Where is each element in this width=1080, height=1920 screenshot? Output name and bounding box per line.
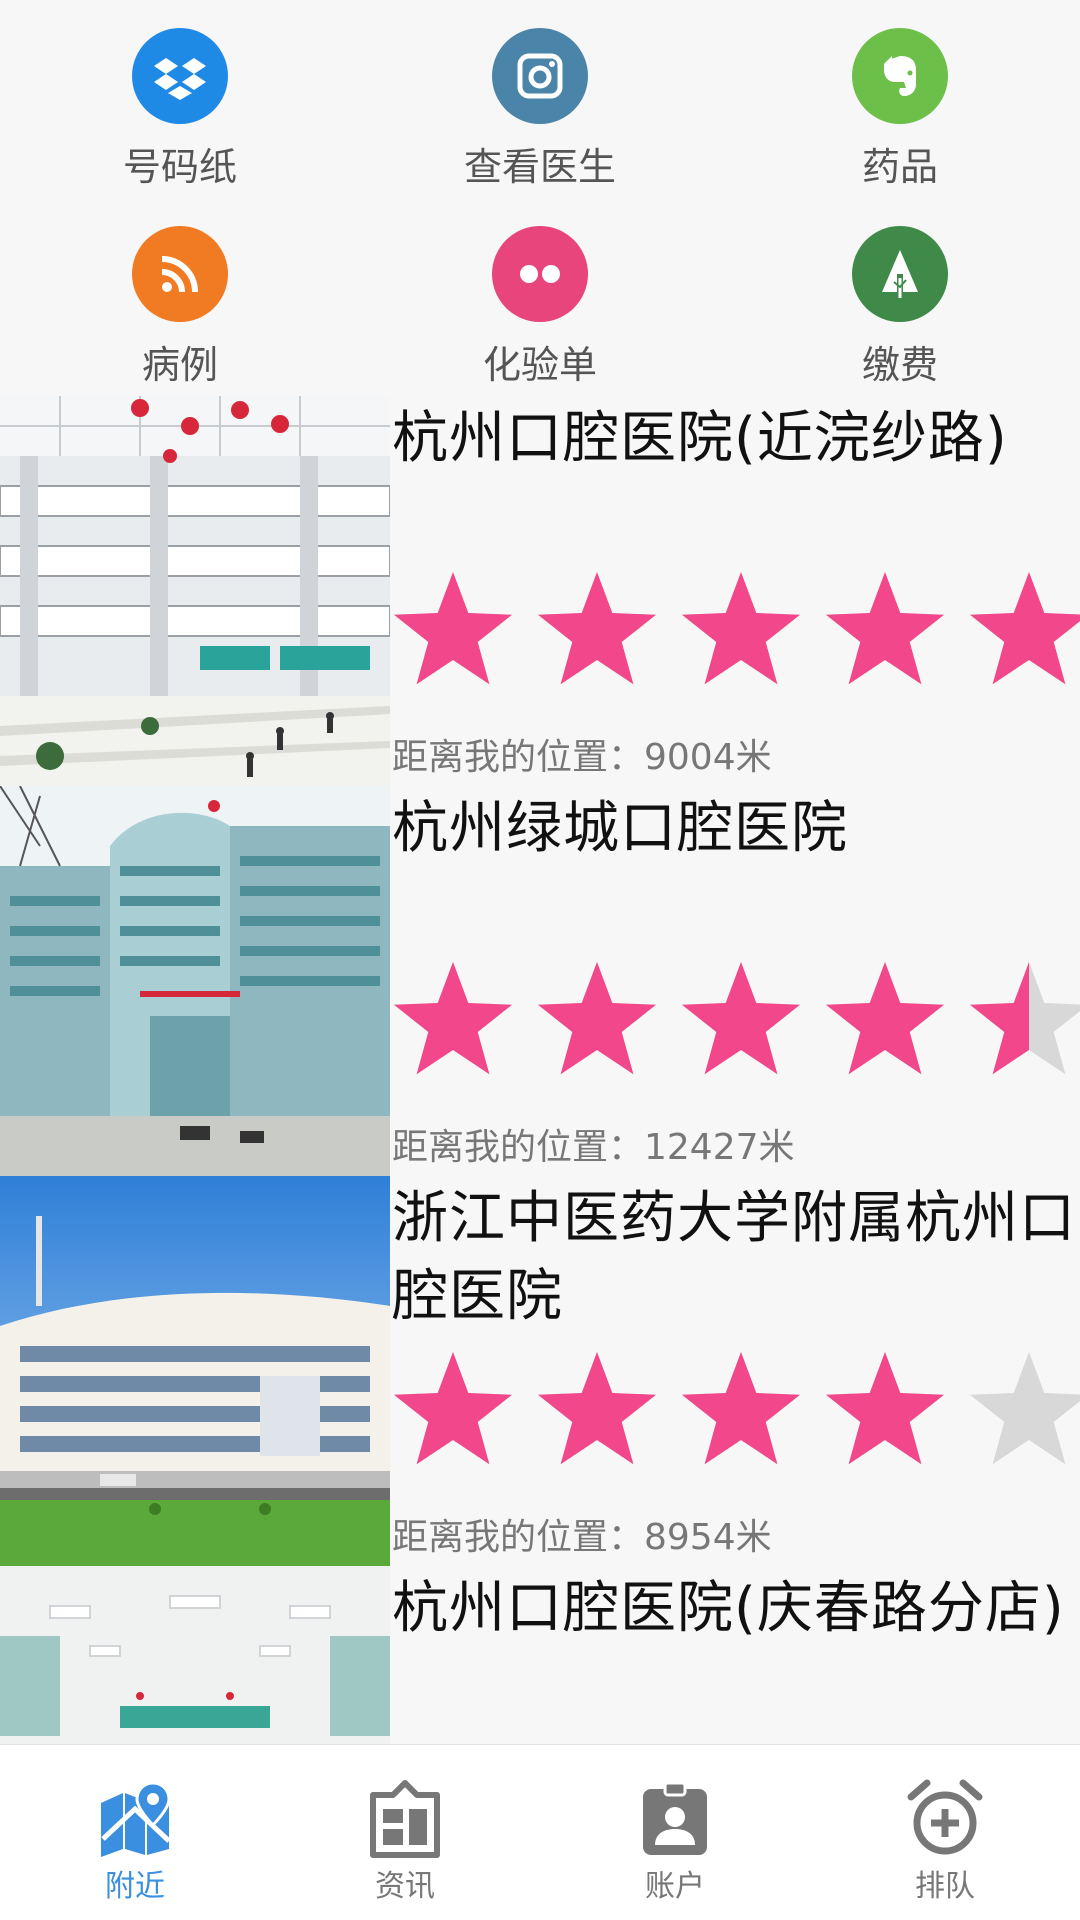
hospital-card[interactable]: 杭州口腔医院(近浣纱路) 距离我的位置：9004米 bbox=[0, 396, 1080, 786]
star-filled-icon bbox=[682, 1352, 800, 1465]
tab-nearby[interactable]: 附近 bbox=[0, 1745, 270, 1920]
hospital-name: 浙江中医药大学附属杭州口腔医院 bbox=[392, 1186, 1076, 1329]
feature-grid: 号码纸 查看医生 药品 病例 化验单 缴费 bbox=[0, 0, 1080, 396]
hospital-photo bbox=[0, 786, 390, 1176]
star-filled-icon bbox=[394, 1352, 512, 1465]
star-filled-icon bbox=[394, 572, 512, 685]
news-icon bbox=[365, 1779, 445, 1859]
hospital-name: 杭州口腔医院(庆春路分店) bbox=[392, 1576, 1065, 1641]
map-pin-icon bbox=[95, 1779, 175, 1859]
star-rating bbox=[394, 564, 1080, 694]
feature-label: 缴费 bbox=[861, 343, 938, 387]
instagram-icon bbox=[492, 28, 588, 124]
rss-icon bbox=[132, 226, 228, 322]
feature-label: 病例 bbox=[141, 343, 218, 387]
hospital-card[interactable]: 浙江中医药大学附属杭州口腔医院 距离我的位置：8954米 bbox=[0, 1176, 1080, 1566]
feature-label: 号码纸 bbox=[122, 145, 237, 189]
feature-case-record[interactable]: 病例 bbox=[0, 198, 360, 396]
star-filled-icon bbox=[538, 1352, 656, 1465]
distance-text: 距离我的位置：9004米 bbox=[392, 737, 772, 778]
star-filled-icon bbox=[826, 572, 944, 685]
feature-lab-report[interactable]: 化验单 bbox=[360, 198, 720, 396]
feature-label: 查看医生 bbox=[463, 145, 616, 189]
tab-queue[interactable]: 排队 bbox=[810, 1745, 1080, 1920]
feature-view-doctor[interactable]: 查看医生 bbox=[360, 0, 720, 198]
star-filled-icon bbox=[538, 962, 656, 1075]
star-rating-svg bbox=[394, 962, 1080, 1075]
distance-text: 距离我的位置：12427米 bbox=[392, 1127, 795, 1168]
hospital-photo bbox=[0, 1566, 390, 1744]
hospital-card[interactable]: 杭州口腔医院(庆春路分店) bbox=[0, 1566, 1080, 1744]
tab-label: 账户 bbox=[645, 1869, 705, 1904]
distance-text: 距离我的位置：8954米 bbox=[392, 1517, 772, 1558]
star-filled-icon bbox=[826, 962, 944, 1075]
tree-icon bbox=[852, 226, 948, 322]
feature-number-ticket[interactable]: 号码纸 bbox=[0, 0, 360, 198]
star-rating-svg bbox=[394, 572, 1080, 685]
star-filled-icon bbox=[826, 1352, 944, 1465]
star-rating bbox=[394, 1734, 1080, 1744]
hospital-name: 杭州口腔医院(近浣纱路) bbox=[392, 406, 1008, 471]
star-filled-icon bbox=[394, 962, 512, 1075]
hospital-name: 杭州绿城口腔医院 bbox=[392, 796, 848, 861]
star-rating-svg bbox=[394, 1352, 1080, 1465]
hospital-card[interactable]: 杭州绿城口腔医院 距离我的位置：12427米 bbox=[0, 786, 1080, 1176]
hospital-list[interactable]: 杭州口腔医院(近浣纱路) 距离我的位置：9004米 杭州绿城口腔医院 距离我的位… bbox=[0, 396, 1080, 1744]
app-root: 号码纸 查看医生 药品 病例 化验单 缴费 杭州口腔医院(近浣纱路) 距离我的位… bbox=[0, 0, 1080, 1920]
star-filled-icon bbox=[970, 572, 1080, 685]
tab-label: 排队 bbox=[915, 1869, 975, 1904]
hospital-photo bbox=[0, 396, 390, 786]
star-rating bbox=[394, 954, 1080, 1084]
star-filled-icon bbox=[682, 572, 800, 685]
evernote-icon bbox=[852, 28, 948, 124]
hospital-photo bbox=[0, 1176, 390, 1566]
feature-payment[interactable]: 缴费 bbox=[720, 198, 1080, 396]
feature-label: 化验单 bbox=[482, 343, 597, 387]
tab-news[interactable]: 资讯 bbox=[270, 1745, 540, 1920]
flickr-icon bbox=[492, 226, 588, 322]
feature-label: 药品 bbox=[861, 145, 938, 189]
account-badge-icon bbox=[635, 1779, 715, 1859]
star-icon bbox=[970, 1352, 1080, 1465]
alarm-add-icon bbox=[905, 1779, 985, 1859]
star-filled-icon bbox=[682, 962, 800, 1075]
tab-account[interactable]: 账户 bbox=[540, 1745, 810, 1920]
dropbox-icon bbox=[132, 28, 228, 124]
tab-label: 资讯 bbox=[375, 1869, 435, 1904]
feature-medicine[interactable]: 药品 bbox=[720, 0, 1080, 198]
star-filled-icon bbox=[538, 572, 656, 685]
tab-label: 附近 bbox=[105, 1869, 165, 1904]
bottom-tab-bar: 附近 资讯 账户 排队 bbox=[0, 1744, 1080, 1920]
star-rating bbox=[394, 1344, 1080, 1474]
